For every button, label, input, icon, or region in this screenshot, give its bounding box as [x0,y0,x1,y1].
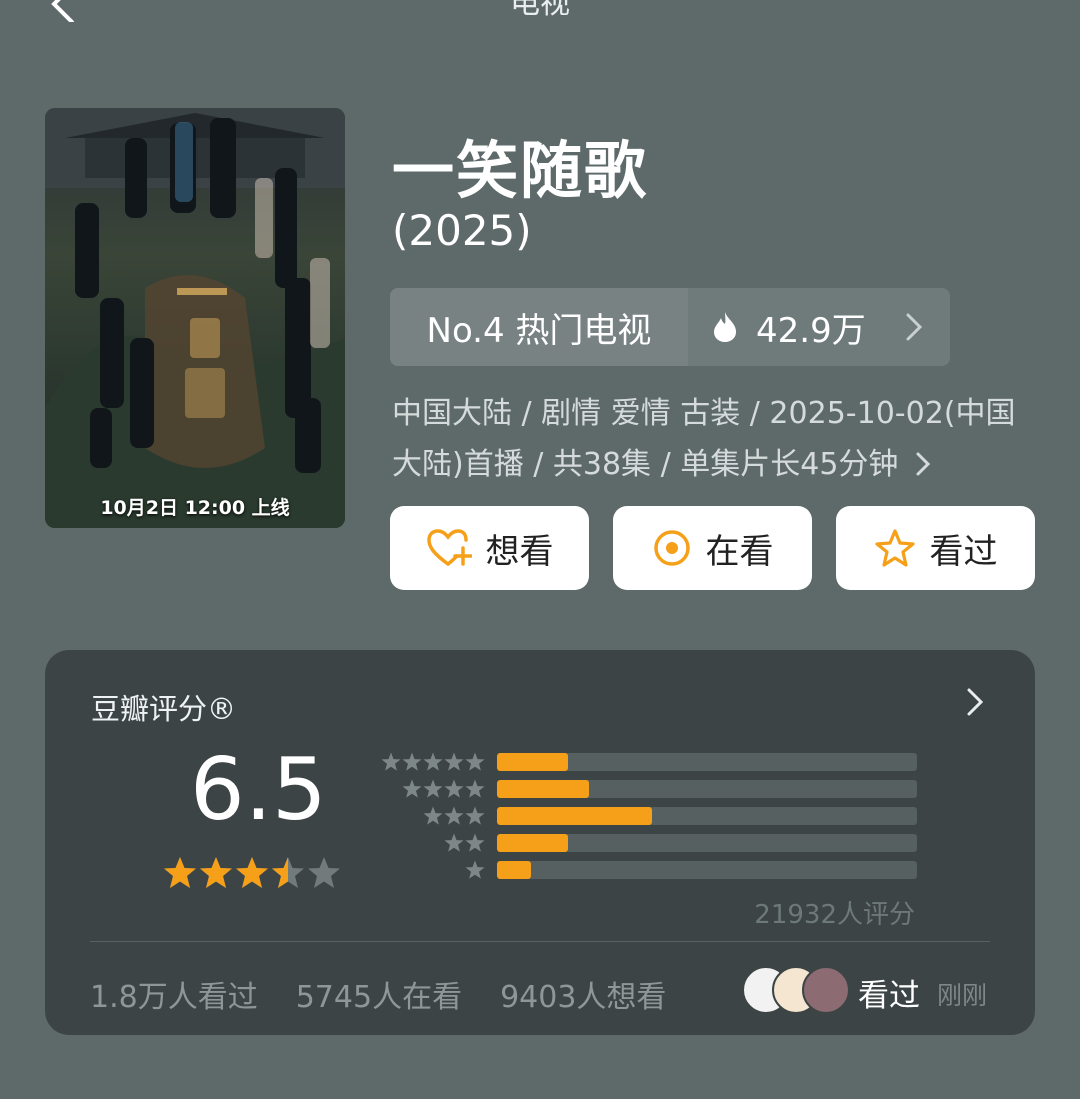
heart-plus-icon [426,529,472,566]
distribution-track [497,753,917,771]
heat-value: 42.9万 [756,310,866,351]
chevron-right-icon [916,452,931,476]
poster-caption: 10月2日 12:00 上线 [100,497,290,519]
rank-label: No.4 热门电视 [390,288,688,366]
distribution-star [444,806,464,825]
rating-label: 豆瓣评分® [91,692,237,726]
distribution-row-2 [375,833,925,852]
divider [90,941,990,942]
page-title: 电视 [510,0,570,21]
heat-section: 42.9万 [688,288,950,366]
friend-time: 刚刚 [937,981,988,1010]
distribution-row-4 [375,779,925,798]
distribution-star [465,779,485,798]
watched-label: 看过 [929,531,998,572]
rating-star [308,857,340,888]
rating-star-fill [164,857,196,888]
distribution-stars [465,860,485,879]
distribution-row-3 [375,806,925,825]
distribution-star [423,779,443,798]
distribution-track [497,861,917,879]
avatar [802,966,850,1014]
distribution-row-1 [375,860,925,879]
friend-avatars[interactable] [742,966,852,1014]
distribution-row-5 [375,752,925,771]
distribution-star [402,779,422,798]
rating-star-fill [236,857,268,888]
poster-art [45,108,345,528]
distribution-bar [497,834,569,852]
stats-row: 1.8万人看过 5745人在看 9403人想看 [90,972,666,1016]
distribution-star [444,752,464,771]
distribution-star [444,833,464,852]
watched-button[interactable]: 看过 [836,506,1035,590]
watching-label: 在看 [705,531,774,572]
score-stars [164,857,340,888]
rating-star-fill [272,857,288,888]
show-title: 一笑随歌 [392,134,649,207]
distribution-stars [381,752,485,771]
distribution-star [465,752,485,771]
star-outline-icon [874,529,915,567]
distribution-star [444,779,464,798]
distribution-track [497,834,917,852]
rating-star-fill [200,857,232,888]
distribution-bar [497,807,653,825]
distribution-star [465,806,485,825]
rating-score: 6.5 [190,740,327,840]
ranking-pill[interactable]: No.4 热门电视 42.9万 [390,288,950,366]
distribution-star [465,860,485,879]
show-meta[interactable]: 中国大陆 / 剧情 爱情 古装 / 2025-10-02(中国大陆)首播 / 共… [392,388,1042,490]
rating-card[interactable]: 豆瓣评分® 6.5 21932人评分 1.8万人看过 5745人在看 9403人… [45,650,1035,1035]
distribution-track [497,780,917,798]
distribution-stars [402,779,485,798]
distribution-stars [444,833,485,852]
distribution-bar [497,861,531,879]
distribution-star [381,752,401,771]
top-bar: 电视 [0,0,1080,28]
distribution-star [465,833,485,852]
watching-button[interactable]: 在看 [613,506,812,590]
distribution-bar [497,753,569,771]
chevron-right-icon [906,313,923,341]
distribution-star [402,752,422,771]
distribution-star [423,806,443,825]
watching-count[interactable]: 5745人在看 [296,972,462,1016]
distribution-stars [423,806,485,825]
distribution-track [497,807,917,825]
rating-count: 21932人评分 [754,900,915,930]
show-year: (2025) [392,206,532,255]
want-to-watch-button[interactable]: 想看 [390,506,589,590]
want-label: 想看 [485,531,554,572]
chevron-right-icon[interactable] [965,686,985,718]
distribution-star [423,752,443,771]
poster-image[interactable]: 10月2日 12:00 上线 [45,108,345,528]
friend-action: 看过 [858,978,920,1014]
distribution-bar [497,780,590,798]
fire-icon [714,312,736,342]
target-icon [653,530,690,566]
watched-count[interactable]: 1.8万人看过 [90,972,258,1016]
want-count[interactable]: 9403人想看 [500,972,666,1016]
